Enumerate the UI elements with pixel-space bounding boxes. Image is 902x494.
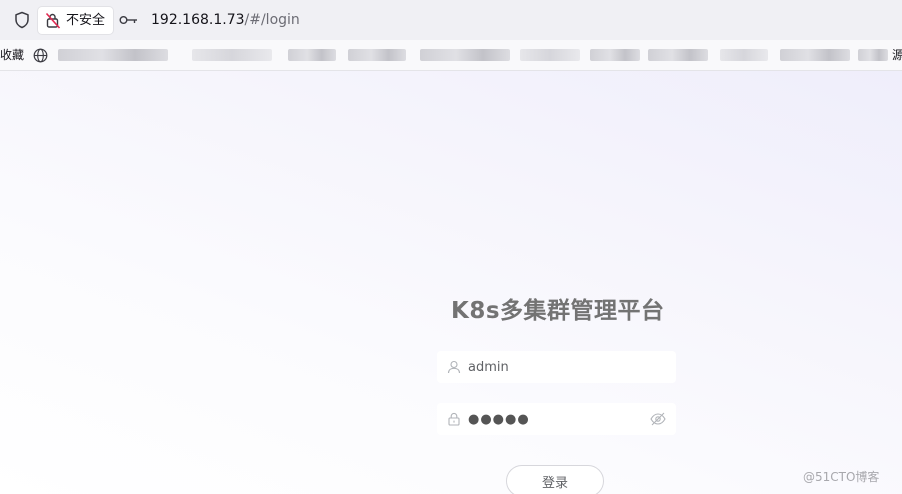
bookmark-item-blurred[interactable] — [590, 49, 640, 61]
password-input[interactable] — [468, 403, 638, 435]
bookmark-item-favorites[interactable]: 收藏 — [0, 47, 24, 63]
browser-address-bar: 不安全 192.168.1.73/#/login — [0, 0, 902, 40]
page-title: K8s多集群管理平台 — [451, 298, 665, 324]
bookmark-item-blurred[interactable] — [520, 49, 580, 61]
login-page: K8s多集群管理平台 登录 @51CTO博客 — [0, 71, 902, 494]
url-path: /#/login — [244, 12, 300, 28]
bookmark-item-blurred[interactable] — [780, 49, 850, 61]
bookmark-item-blurred[interactable] — [858, 49, 888, 61]
username-input[interactable] — [468, 351, 638, 383]
eye-toggle-icon[interactable] — [650, 412, 666, 426]
url-field[interactable]: 192.168.1.73/#/login — [151, 11, 300, 29]
key-icon[interactable] — [119, 14, 139, 26]
login-button[interactable]: 登录 — [506, 465, 604, 494]
username-field[interactable] — [437, 351, 676, 383]
bookmarks-toolbar: 收藏 源 — [0, 40, 902, 71]
shield-icon[interactable] — [13, 11, 31, 29]
bookmark-item-truncated[interactable]: 源 — [892, 47, 902, 63]
watermark: @51CTO博客 — [803, 470, 880, 484]
bookmark-item-blurred[interactable] — [420, 49, 510, 61]
lock-icon — [448, 412, 460, 426]
insecure-lock-icon — [45, 12, 61, 29]
user-icon — [447, 360, 461, 374]
url-host: 192.168.1.73 — [151, 12, 245, 28]
bookmark-item-blurred[interactable] — [192, 49, 272, 61]
password-field[interactable] — [437, 403, 676, 435]
globe-icon[interactable] — [33, 48, 48, 63]
bookmark-item-blurred[interactable] — [648, 49, 708, 61]
bookmark-item-blurred[interactable] — [348, 49, 406, 61]
bookmark-item-blurred[interactable] — [58, 49, 168, 61]
bookmark-item-blurred[interactable] — [288, 49, 336, 61]
security-label: 不安全 — [66, 13, 106, 28]
bookmark-item-blurred[interactable] — [720, 49, 768, 61]
site-security-indicator[interactable]: 不安全 — [38, 7, 113, 34]
